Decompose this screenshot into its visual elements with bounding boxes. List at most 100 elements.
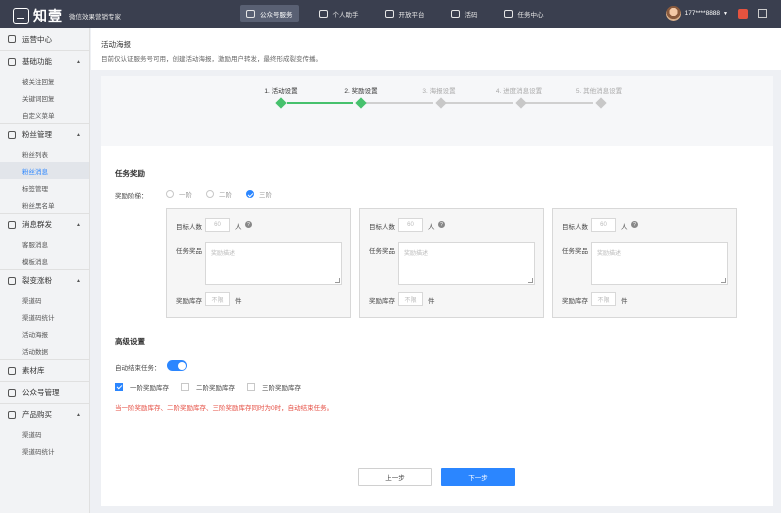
radio-circle[interactable] xyxy=(166,190,174,198)
main-content: 活动海报 目前仅认证服务号可用，创建活动海报，激励用户转发，最终形成裂变传播。 … xyxy=(91,28,781,513)
help-icon[interactable]: ? xyxy=(631,221,638,228)
checkbox-label: 一阶奖励库存 xyxy=(130,385,169,392)
prev-step-button[interactable]: 上一步 xyxy=(358,468,432,486)
tier-radio-3[interactable]: 三阶 xyxy=(246,189,272,199)
checkbox-tier-2-stock[interactable]: 二阶奖励库存 xyxy=(181,382,235,392)
sidebar-group-label: 运营中心 xyxy=(22,34,52,44)
checkbox-unchecked[interactable] xyxy=(181,383,189,391)
user-menu[interactable]: 177****8888 ▼ xyxy=(665,6,767,21)
advanced-section-title: 高级设置 xyxy=(115,337,145,346)
qrcode-icon xyxy=(450,9,460,18)
logo-tagline: 微信效果营销专家 xyxy=(69,14,121,21)
sidebar-item-keyword-reply[interactable]: 关键词回复 xyxy=(0,89,89,106)
target-unit: 人 xyxy=(428,224,435,231)
nav-public-account[interactable]: 公众号服务 xyxy=(240,5,299,22)
next-step-button[interactable]: 下一步 xyxy=(441,468,515,486)
nav-label: 开放平台 xyxy=(398,11,425,19)
sidebar-item-buy-channel-stats[interactable]: 渠道码统计 xyxy=(0,442,89,459)
prize-label: 任务奖品 xyxy=(369,248,395,255)
radio-label: 二阶 xyxy=(219,192,232,199)
help-icon[interactable]: ? xyxy=(245,221,252,228)
target-count-input[interactable]: 60 xyxy=(398,218,423,232)
checkbox-tier-3-stock[interactable]: 三阶奖励库存 xyxy=(247,382,301,392)
auto-end-label: 自动结束任务： xyxy=(115,365,161,372)
step-connector xyxy=(287,102,353,104)
sidebar-item-service-message[interactable]: 客服消息 xyxy=(0,235,89,252)
radio-circle[interactable] xyxy=(206,190,214,198)
sidebar-item-template-message[interactable]: 模板消息 xyxy=(0,252,89,269)
checkbox-tier-1-stock[interactable]: 一阶奖励库存 xyxy=(115,382,169,392)
nav-open-platform[interactable]: 开放平台 xyxy=(379,5,431,22)
sidebar-item-fans-list[interactable]: 粉丝列表 xyxy=(0,145,89,162)
stock-input[interactable]: 不限 xyxy=(591,292,616,306)
sidebar-item-follow-reply[interactable]: 被关注回复 xyxy=(0,72,89,89)
sidebar-group-fans[interactable]: 粉丝管理 ▲ xyxy=(0,123,89,145)
sidebar-item-channel-code[interactable]: 渠道码 xyxy=(0,291,89,308)
sidebar-group-account-management[interactable]: 公众号管理 xyxy=(0,381,89,403)
prize-description-textarea[interactable]: 奖励描述 xyxy=(205,242,342,285)
sidebar-item-tag-management[interactable]: 标签管理 xyxy=(0,179,89,196)
sidebar-item-channel-stats[interactable]: 渠道码统计 xyxy=(0,308,89,325)
target-count-input[interactable]: 60 xyxy=(591,218,616,232)
sidebar-item-activity-poster[interactable]: 活动海报 xyxy=(0,325,89,342)
sidebar-group-broadcast[interactable]: 消息群发 ▲ xyxy=(0,213,89,235)
nav-personal-assistant[interactable]: 个人助手 xyxy=(313,5,365,22)
step-3-label: 3. 海报设置 xyxy=(422,88,456,95)
nav-label: 个人助手 xyxy=(332,11,359,19)
sidebar-item-fans-blacklist[interactable]: 粉丝黑名单 xyxy=(0,196,89,213)
step-3-marker xyxy=(435,97,447,109)
step-2-label: 2. 奖励设置 xyxy=(344,88,378,95)
target-label: 目标人数 xyxy=(562,224,588,231)
sidebar-item-fans-message[interactable]: 粉丝消息 xyxy=(0,162,89,179)
help-icon[interactable]: ? xyxy=(438,221,445,228)
auto-end-warning: 当一阶奖励库存、二阶奖励库存、三阶奖励库存同时为0时，自动结束任务。 xyxy=(115,405,334,412)
checkbox-checked[interactable] xyxy=(115,383,123,391)
tier-radio-1[interactable]: 一阶 xyxy=(166,189,192,199)
cart-icon xyxy=(8,410,16,419)
chevron-up-icon: ▲ xyxy=(76,131,81,138)
sidebar-item-custom-menu[interactable]: 自定义菜单 xyxy=(0,106,89,123)
prize-label: 任务奖品 xyxy=(562,248,588,255)
step-2-marker xyxy=(355,97,367,109)
avatar[interactable] xyxy=(665,6,681,21)
sidebar-item-activity-data[interactable]: 活动数据 xyxy=(0,342,89,359)
sidebar-group-operations[interactable]: 运营中心 xyxy=(0,28,89,50)
target-unit: 人 xyxy=(235,224,242,231)
chevron-up-icon: ▲ xyxy=(76,58,81,65)
step-1-label: 1. 活动设置 xyxy=(264,88,298,95)
stock-input[interactable]: 不限 xyxy=(398,292,423,306)
chevron-down-icon[interactable]: ▼ xyxy=(723,11,728,17)
settings-card: 任务奖励 奖励阶梯： 一阶 二阶 三阶 目标人数 60 人 ? 任务奖品 奖励描… xyxy=(101,146,773,506)
logo[interactable]: 知壹 微信效果营销专家 xyxy=(13,6,121,26)
person-icon xyxy=(8,388,16,397)
sidebar-group-purchase[interactable]: 产品购买 ▲ xyxy=(0,403,89,425)
logo-text: 知壹 xyxy=(33,8,63,24)
auto-end-toggle[interactable] xyxy=(167,360,187,371)
chevron-up-icon: ▲ xyxy=(76,411,81,418)
stock-unit: 件 xyxy=(428,298,435,305)
checkbox-label: 三阶奖励库存 xyxy=(262,385,301,392)
monitor-icon xyxy=(384,9,394,18)
stock-input[interactable]: 不限 xyxy=(205,292,230,306)
sidebar-group-label: 消息群发 xyxy=(22,220,52,229)
stock-label: 奖励库存 xyxy=(369,298,395,305)
sidebar-item-buy-channel-code[interactable]: 渠道码 xyxy=(0,425,89,442)
user-phone[interactable]: 177****8888 xyxy=(685,10,720,17)
mail-icon xyxy=(8,220,16,229)
tier-radio-2[interactable]: 二阶 xyxy=(206,189,232,199)
radio-circle-checked[interactable] xyxy=(246,190,254,198)
checkbox-unchecked[interactable] xyxy=(247,383,255,391)
page-description: 目前仅认证服务号可用，创建活动海报，激励用户转发，最终形成裂变传播。 xyxy=(101,56,322,63)
nav-task-center[interactable]: 任务中心 xyxy=(498,5,550,22)
prize-description-textarea[interactable]: 奖励描述 xyxy=(591,242,728,285)
message-icon[interactable] xyxy=(738,8,748,19)
target-count-input[interactable]: 60 xyxy=(205,218,230,232)
apps-grid-icon[interactable] xyxy=(758,9,767,18)
nav-live-code[interactable]: 活码 xyxy=(445,5,484,22)
sidebar-group-basic[interactable]: 基础功能 ▲ xyxy=(0,50,89,72)
sidebar-group-materials[interactable]: 素材库 xyxy=(0,359,89,381)
step-4-marker xyxy=(515,97,527,109)
sidebar-group-fission[interactable]: 裂变涨粉 ▲ xyxy=(0,269,89,291)
prize-description-textarea[interactable]: 奖励描述 xyxy=(398,242,535,285)
step-5-label: 5. 其他消息设置 xyxy=(575,88,623,95)
